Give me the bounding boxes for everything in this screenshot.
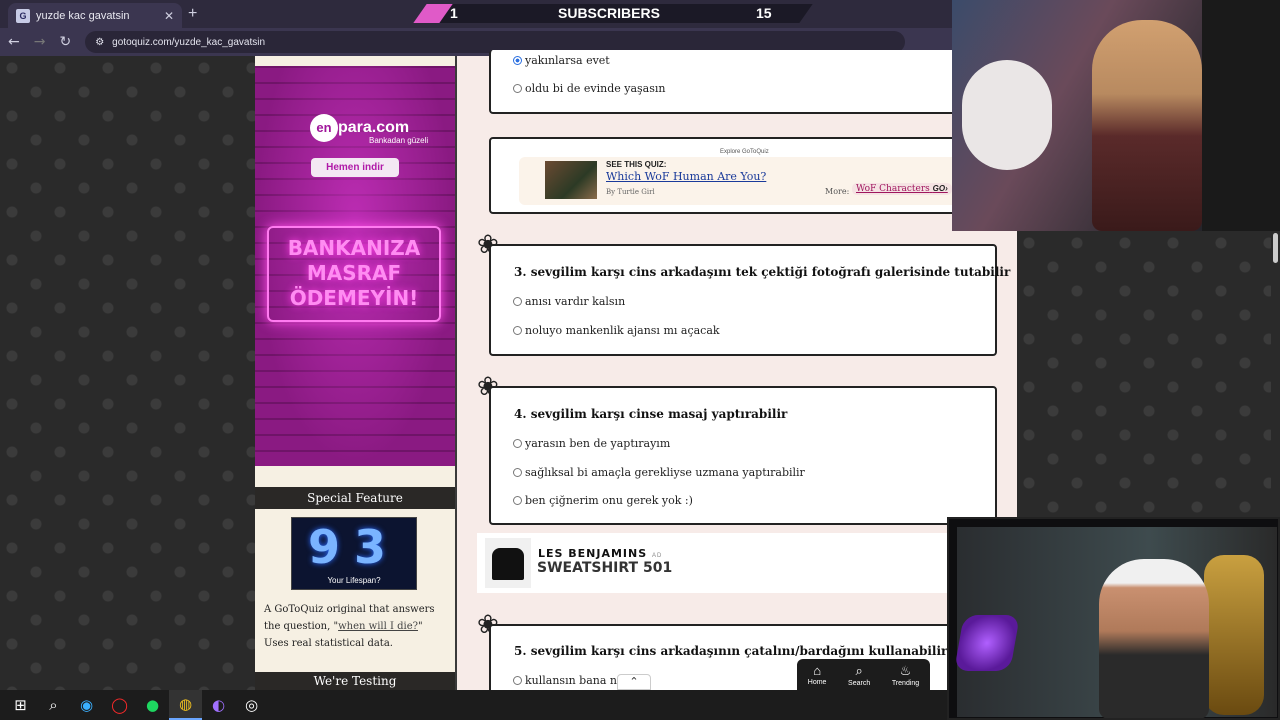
- subscriber-left-count: 1: [450, 5, 458, 21]
- lifespan-caption: Your Lifespan?: [327, 576, 381, 585]
- promo-inner: SEE THIS QUIZ: Which WoF Human Are You? …: [519, 157, 959, 205]
- radio[interactable]: [513, 676, 522, 685]
- subscriber-label: SUBSCRIBERS: [558, 5, 660, 21]
- q3-option-1[interactable]: anısı vardır kalsın: [513, 295, 625, 308]
- promo-author: By Turtle Girl: [606, 188, 655, 196]
- gaming-chair: [1202, 0, 1280, 231]
- streamer-2: [1099, 559, 1209, 718]
- q2-option-1[interactable]: yakınlarsa evet: [513, 54, 610, 67]
- fire-icon: ♨: [899, 662, 912, 678]
- lifespan-digits: 93: [307, 520, 400, 574]
- special-feature-description: A GoToQuiz original that answers the que…: [264, 601, 450, 652]
- radio-selected[interactable]: [513, 56, 522, 65]
- q2-option-2[interactable]: oldu bi de evinde yaşasın: [513, 82, 665, 95]
- reload-icon[interactable]: ↻: [59, 34, 71, 50]
- page-background-pattern: [0, 56, 255, 690]
- ad-product: SWEATSHIRT 501: [537, 560, 673, 576]
- sweatshirt-image: [485, 538, 531, 588]
- question-5-text: 5. sevgilim karşı cins arkadaşının çatal…: [514, 644, 948, 658]
- radio[interactable]: [513, 84, 522, 93]
- quiz-promo-box: Explore GoToQuiz SEE THIS QUIZ: Which Wo…: [489, 137, 959, 214]
- scrollbar[interactable]: [1271, 231, 1280, 521]
- webcam-streamer-2: [947, 517, 1280, 720]
- radio[interactable]: [513, 439, 522, 448]
- webcam-streamer-1: [952, 0, 1280, 231]
- sidebar-ad[interactable]: en para.com Bankadan güzeli Hemen indir B…: [255, 66, 455, 466]
- question-3-text: 3. sevgilim karşı cins arkadaşını tek çe…: [514, 265, 1011, 279]
- bottom-nav: ⌂ Home ⌕ Search ♨ Trending: [797, 659, 930, 690]
- site-info-icon[interactable]: ⚙: [95, 37, 104, 48]
- browser-tab[interactable]: G yuzde kac gavatsin ✕: [8, 3, 182, 28]
- windows-start-icon[interactable]: ⊞: [4, 690, 37, 720]
- ad-cta-button[interactable]: Hemen indir: [311, 158, 399, 177]
- radio[interactable]: [513, 297, 522, 306]
- spotify-icon[interactable]: ●: [136, 690, 169, 720]
- q4-option-1[interactable]: yarasın ben de yaptırayım: [513, 437, 670, 450]
- question-4-text: 4. sevgilim karşı cinse masaj yaptırabil…: [514, 407, 788, 421]
- app-icon[interactable]: ◎: [235, 690, 268, 720]
- subscriber-overlay: 1 SUBSCRIBERS 15: [413, 4, 813, 23]
- radio[interactable]: [513, 468, 522, 477]
- opera-icon[interactable]: ◯: [103, 690, 136, 720]
- q3-option-2[interactable]: noluyo mankenlik ajansı mı açacak: [513, 324, 720, 337]
- testing-heading: We're Testing: [255, 672, 455, 690]
- favicon-icon: G: [16, 8, 30, 23]
- page-background-pattern-right: [1017, 231, 1280, 521]
- nav-trending[interactable]: ♨ Trending: [892, 663, 919, 687]
- search-icon: ⌕: [855, 662, 863, 678]
- scrollbar-thumb[interactable]: [1273, 233, 1278, 263]
- close-icon[interactable]: ✕: [164, 9, 174, 23]
- messenger-icon[interactable]: ◐: [202, 690, 235, 720]
- teddy-bear: [962, 60, 1052, 170]
- radio[interactable]: [513, 496, 522, 505]
- promo-title-link[interactable]: Which WoF Human Are You?: [606, 170, 766, 183]
- streamer-1: [1092, 20, 1202, 231]
- forward-icon[interactable]: →: [34, 34, 46, 50]
- edge-icon[interactable]: ◉: [70, 690, 103, 720]
- radio[interactable]: [513, 326, 522, 335]
- q4-option-3[interactable]: ben çiğnerim onu gerek yok :): [513, 494, 693, 507]
- new-tab-button[interactable]: +: [188, 5, 197, 23]
- lifespan-image[interactable]: 93 Your Lifespan?: [291, 517, 417, 590]
- nav-search[interactable]: ⌕ Search: [848, 663, 870, 687]
- url-text: gotoquiz.com/yuzde_kac_gavatsin: [112, 36, 266, 48]
- ad-tagline: Bankadan güzeli: [369, 136, 429, 145]
- promo-more-label: More:: [825, 187, 850, 196]
- ad-neon-text: BANKANIZA MASRAF ÖDEMEYİN!: [267, 226, 441, 322]
- chevron-up-icon[interactable]: ⌃: [617, 674, 651, 690]
- search-icon[interactable]: ⌕: [37, 690, 70, 720]
- chrome-icon[interactable]: ◍: [169, 690, 202, 720]
- gaming-chair: [1204, 555, 1264, 715]
- ad-brand: LES BENJAMINS AD: [538, 547, 663, 560]
- nav-home[interactable]: ⌂ Home: [808, 663, 827, 686]
- windows-taskbar: ⊞ ⌕ ◉ ◯ ● ◍ ◐ ◎: [0, 690, 947, 720]
- special-feature-heading: Special Feature: [255, 487, 455, 509]
- go-icon: GO›: [932, 184, 948, 193]
- sweatshirt-ad[interactable]: LES BENJAMINS AD SWEATSHIRT 501: [477, 533, 947, 593]
- explore-label: Explore GoToQuiz: [717, 149, 772, 155]
- promo-thumbnail[interactable]: [545, 161, 597, 199]
- promo-more-link[interactable]: WoF Characters GO›: [852, 183, 952, 195]
- q4-option-2[interactable]: sağlıksal bi amaçla gerekliyse uzmana ya…: [513, 466, 805, 479]
- back-icon[interactable]: ←: [8, 34, 20, 50]
- promo-see-label: SEE THIS QUIZ:: [606, 160, 667, 169]
- home-icon: ⌂: [813, 663, 822, 678]
- when-will-i-die-link[interactable]: when will I die?: [338, 621, 418, 632]
- q5-option-1[interactable]: kullansın bana ne: [513, 674, 624, 687]
- subscriber-right-count: 15: [756, 5, 772, 21]
- rog-logo-icon: [954, 615, 1020, 671]
- tab-title: yuzde kac gavatsin: [36, 9, 130, 22]
